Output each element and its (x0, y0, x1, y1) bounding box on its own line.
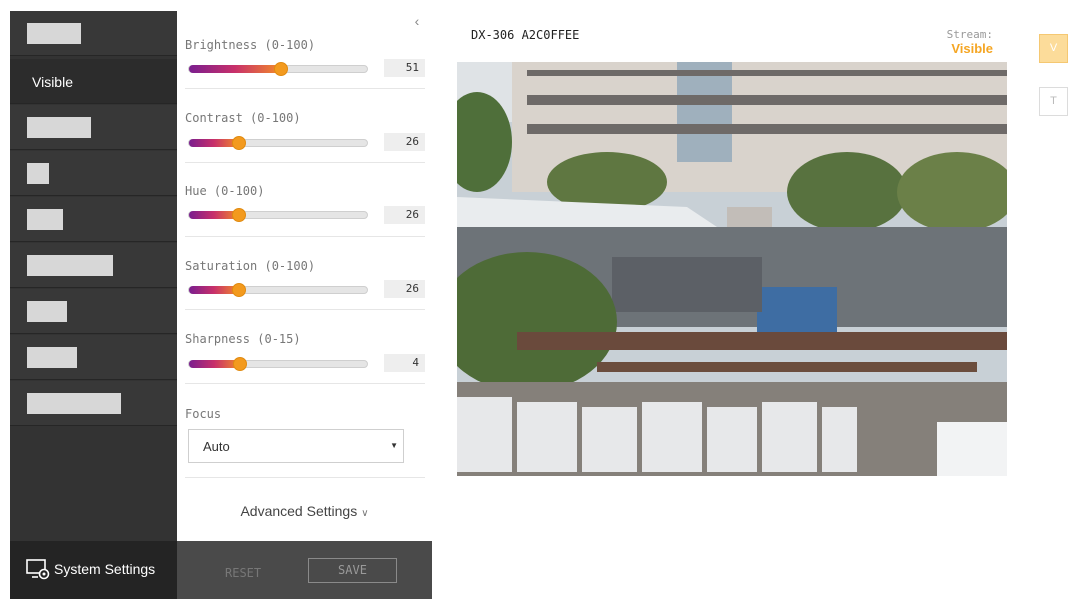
sidebar-item-visible[interactable]: Visible (10, 59, 177, 104)
stream-value: Visible (951, 41, 993, 56)
redacted-label (27, 163, 49, 184)
panel-footer: RESET SAVE (177, 541, 432, 599)
sidebar-item-label: Visible (32, 74, 73, 90)
sidebar-item-1[interactable] (10, 11, 177, 56)
slider-thumb[interactable] (233, 357, 247, 371)
sidebar: Visible System Settings (10, 11, 177, 599)
contrast-slider[interactable] (188, 136, 368, 150)
monitor-gear-icon (26, 559, 50, 580)
divider (185, 162, 425, 163)
app-frame: Visible System Settings ‹ Brightness (0-… (0, 0, 1082, 599)
focus-value: Auto (203, 439, 230, 454)
collapse-panel-icon[interactable]: ‹ (410, 14, 424, 28)
visible-stream-button[interactable]: V (1039, 34, 1068, 63)
sharpness-value[interactable]: 4 (384, 354, 425, 372)
system-settings-label: System Settings (54, 561, 156, 577)
reset-button[interactable]: RESET (225, 566, 261, 580)
saturation-value[interactable]: 26 (384, 280, 425, 298)
divider (185, 383, 425, 384)
hue-value[interactable]: 26 (384, 206, 425, 224)
hue-control: Hue (0-100) 26 (177, 184, 432, 234)
sharpness-control: Sharpness (0-15) 4 (177, 332, 432, 382)
sharpness-label: Sharpness (0-15) (185, 332, 301, 346)
contrast-label: Contrast (0-100) (185, 111, 301, 125)
saturation-control: Saturation (0-100) 26 (177, 259, 432, 309)
redacted-label (27, 393, 121, 414)
redacted-label (27, 23, 81, 44)
slider-thumb[interactable] (232, 136, 246, 150)
redacted-label (27, 255, 113, 276)
stream-label: Stream: (946, 28, 993, 41)
thermal-stream-button[interactable]: T (1039, 87, 1068, 116)
saturation-label: Saturation (0-100) (185, 259, 316, 273)
video-frame-image (457, 62, 1007, 476)
brightness-value[interactable]: 51 (384, 59, 425, 77)
hue-label: Hue (0-100) (185, 184, 265, 198)
divider (185, 477, 425, 478)
contrast-value[interactable]: 26 (384, 133, 425, 151)
camera-video-feed[interactable] (457, 62, 1007, 476)
slider-thumb[interactable] (232, 283, 246, 297)
redacted-label (27, 209, 63, 230)
divider (185, 309, 425, 310)
slider-thumb[interactable] (232, 208, 246, 222)
redacted-label (27, 301, 67, 322)
sidebar-item-5[interactable] (10, 197, 177, 242)
advanced-settings-toggle[interactable]: Advanced Settings ∨ (177, 503, 432, 519)
camera-title: DX-306 A2C0FFEE (471, 28, 580, 42)
save-button[interactable]: SAVE (308, 558, 397, 583)
system-settings-button[interactable]: System Settings (10, 541, 177, 599)
sidebar-item-8[interactable] (10, 335, 177, 380)
sharpness-slider[interactable] (188, 357, 368, 371)
sidebar-item-6[interactable] (10, 243, 177, 288)
saturation-slider[interactable] (188, 283, 368, 297)
divider (185, 88, 425, 89)
slider-thumb[interactable] (274, 62, 288, 76)
chevron-down-icon: ∨ (361, 508, 369, 519)
redacted-label (27, 117, 91, 138)
sidebar-item-4[interactable] (10, 151, 177, 196)
advanced-settings-label: Advanced Settings (240, 503, 358, 519)
contrast-control: Contrast (0-100) 26 (177, 111, 432, 161)
brightness-label: Brightness (0-100) (185, 38, 316, 52)
focus-select[interactable]: Auto ▼ (188, 429, 404, 463)
redacted-label (27, 347, 77, 368)
caret-down-icon: ▼ (390, 441, 398, 450)
brightness-slider[interactable] (188, 62, 368, 76)
brightness-control: Brightness (0-100) 51 (177, 38, 432, 88)
slider-fill (189, 65, 281, 73)
sidebar-item-7[interactable] (10, 289, 177, 334)
sidebar-item-3[interactable] (10, 105, 177, 150)
sidebar-item-9[interactable] (10, 381, 177, 426)
hue-slider[interactable] (188, 208, 368, 222)
focus-label: Focus (185, 407, 222, 421)
divider (185, 236, 425, 237)
